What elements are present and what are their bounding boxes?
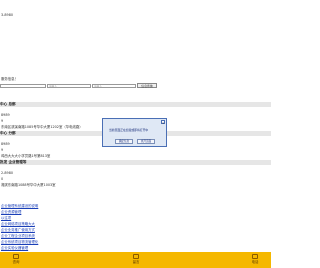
- search-prompt: 服务信息！: [1, 77, 18, 81]
- list-link[interactable]: 企业实验仪器管理: [1, 246, 28, 250]
- footer-label: 电话: [251, 260, 259, 264]
- footer-label: 留言: [132, 260, 140, 264]
- section-line: 8989: [1, 113, 10, 117]
- list-link[interactable]: 企业业务推广使用方式: [1, 228, 35, 232]
- section-address: 湘滨东南路1088号华中大厦1003室: [1, 183, 56, 187]
- chat-icon: [13, 254, 19, 259]
- list-link[interactable]: 企业系统项目物流管理化: [1, 240, 38, 244]
- search-input-3[interactable]: 请输入: [92, 84, 136, 88]
- footer-bar: 咨询 留言 电话: [0, 252, 271, 268]
- close-icon[interactable]: ×: [161, 120, 165, 125]
- dialog-cancel-button[interactable]: 离开页面: [137, 139, 155, 144]
- alert-dialog: × 当前页面正在加载或即将打开中 确定信息 离开页面: [102, 118, 167, 147]
- list-link[interactable]: 企业管理系统建设的说明: [1, 204, 38, 208]
- section-line: 0: [1, 177, 4, 181]
- list-link[interactable]: 企业网络项目策略大大: [1, 222, 35, 226]
- section-address: 鸡西大大大小学员路1号第813室: [1, 154, 51, 158]
- list-link[interactable]: 企业资源管理: [1, 210, 21, 214]
- section-title: 中心 分部: [0, 131, 16, 135]
- section-title: 批发 企业管理等: [0, 160, 27, 164]
- footer-item-phone[interactable]: 电话: [235, 252, 275, 268]
- section-line: 8989: [1, 142, 10, 146]
- search-input-2[interactable]: 请输入: [47, 84, 91, 88]
- section-address: 东南区滨溪南路1085号华中大厦1202室（华电线路）: [1, 125, 83, 129]
- phone-icon: [252, 254, 258, 259]
- section-line: 2-8980: [1, 171, 14, 175]
- footer-item-chat[interactable]: 咨询: [0, 252, 36, 268]
- dialog-message: 当前页面正在加载或即将打开中: [109, 128, 149, 132]
- dialog-ok-button[interactable]: 确定信息: [115, 139, 133, 144]
- search-input-1[interactable]: [0, 84, 46, 88]
- section-line: 9: [1, 119, 4, 123]
- footer-item-message[interactable]: 留言: [116, 252, 156, 268]
- list-link[interactable]: 企业工程企业项目系统: [1, 234, 35, 238]
- list-link[interactable]: 以往项: [1, 216, 11, 220]
- section-title: 中心 总部: [0, 102, 16, 106]
- message-icon: [133, 254, 139, 259]
- section-header-1: 中心 总部: [0, 102, 271, 107]
- footer-label: 咨询: [12, 260, 20, 264]
- search-button[interactable]: 信息查询: [137, 83, 157, 88]
- section-line: 9: [1, 148, 4, 152]
- header-phone: 3-8980: [1, 13, 14, 17]
- section-header-3: 批发 企业管理等: [0, 160, 271, 165]
